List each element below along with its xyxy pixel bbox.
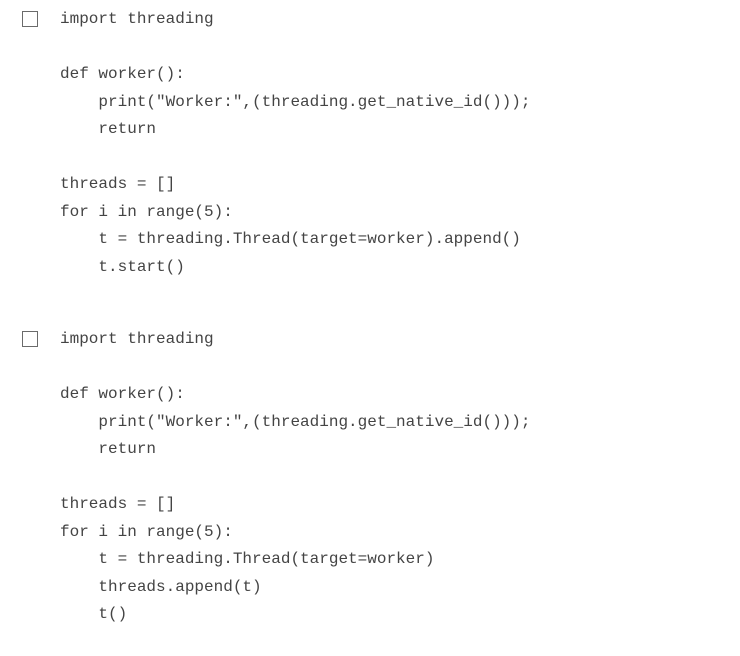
code-line: threads = [] <box>60 495 176 513</box>
code-line: for i in range(5): <box>60 522 233 541</box>
option-1-checkbox[interactable] <box>22 11 38 27</box>
code-line: for i in range(5): <box>60 202 233 221</box>
code-line: import threading <box>60 10 214 28</box>
code-line: t = threading.Thread(target=worker) <box>60 550 435 568</box>
code-line: t() <box>60 605 128 623</box>
code-line: return <box>60 120 157 138</box>
code-line: threads.append(t) <box>60 577 262 596</box>
code-line: import threading <box>60 330 214 348</box>
code-line: def worker(): <box>60 65 185 83</box>
code-line: return <box>60 440 157 458</box>
code-line: print("Worker:",(threading.get_native_id… <box>60 412 531 431</box>
code-line: t.start() <box>60 257 185 276</box>
code-line: print("Worker:",(threading.get_native_id… <box>60 92 531 111</box>
code-line: threads = [] <box>60 175 176 193</box>
option-2-code-block: import threading def worker(): print("Wor… <box>60 326 530 629</box>
code-line: t = threading.Thread(target=worker).appe… <box>60 230 521 248</box>
option-1-code-block: import threading def worker(): print("Wor… <box>60 6 530 281</box>
code-line: def worker(): <box>60 385 185 403</box>
option-2-checkbox[interactable] <box>22 331 38 347</box>
